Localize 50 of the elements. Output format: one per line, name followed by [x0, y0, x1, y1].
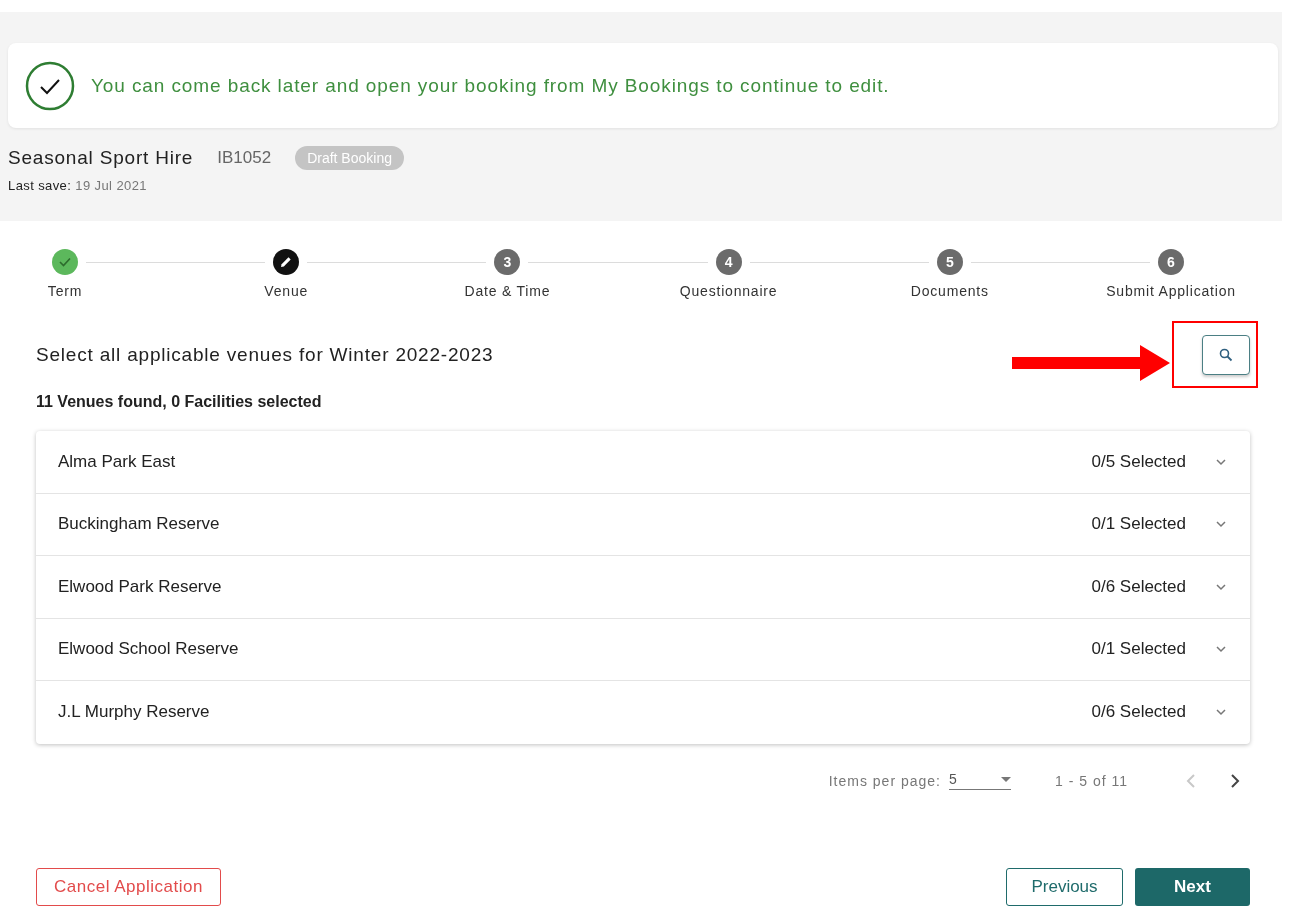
last-save-date: 19 Jul 2021: [75, 178, 147, 193]
venue-row[interactable]: Alma Park East 0/5 Selected: [36, 431, 1250, 494]
items-per-page-label: Items per page:: [828, 772, 941, 789]
chevron-icon[interactable]: [1214, 707, 1228, 718]
results-summary: 11 Venues found, 0 Facilities selected: [36, 393, 323, 411]
chevron-icon[interactable]: [1214, 644, 1228, 655]
step-number: 3: [494, 249, 521, 275]
step-number: 5: [936, 249, 963, 275]
step-number: 6: [1158, 249, 1184, 275]
step-label: Submit Application: [1106, 283, 1236, 299]
next-button[interactable]: Next: [1135, 867, 1250, 906]
selected-count: 0/1 Selected: [1091, 639, 1186, 660]
venue-name: Elwood School Reserve: [58, 639, 240, 660]
step-label: Date & Time: [464, 283, 551, 299]
banner-message: You can come back later and open your booking from My Bookings to continue to edit.: [91, 74, 890, 97]
venue-name: J.L Murphy Reserve: [58, 702, 211, 723]
venue-row[interactable]: Elwood School Reserve 0/1 Selected: [36, 618, 1250, 681]
venue-name: Buckingham Reserve: [58, 514, 221, 535]
last-save-label: Last save:: [8, 178, 72, 193]
chevron-right-icon: [1230, 772, 1240, 789]
section-heading: Select all applicable venues for Winter 2022-2023: [36, 344, 494, 366]
status-badge: Draft Booking: [295, 146, 404, 170]
step-label: Venue: [264, 283, 309, 299]
venue-row[interactable]: J.L Murphy Reserve 0/6 Selected: [36, 681, 1250, 744]
venue-row[interactable]: Buckingham Reserve 0/1 Selected: [36, 493, 1250, 556]
page-size-select[interactable]: 5: [949, 771, 1011, 790]
venue-name: Elwood Park Reserve: [58, 576, 223, 597]
selected-count: 0/1 Selected: [1091, 514, 1186, 535]
chevron-left-icon: [1186, 772, 1196, 789]
previous-button[interactable]: Previous: [1006, 867, 1123, 906]
booking-title: Seasonal Sport Hire: [8, 147, 194, 169]
search-button[interactable]: [1202, 335, 1250, 375]
chevron-icon[interactable]: [1214, 519, 1228, 530]
step-label: Term: [47, 283, 83, 299]
step-number: 4: [715, 249, 742, 275]
selected-count: 0/6 Selected: [1091, 576, 1186, 597]
selected-count: 0/6 Selected: [1091, 702, 1186, 723]
booking-reference: IB1052: [217, 148, 272, 168]
check-circle-icon: [25, 60, 75, 111]
selected-count: 0/5 Selected: [1091, 451, 1186, 472]
venue-name: Alma Park East: [58, 451, 177, 472]
step-label: Documents: [910, 283, 989, 299]
cancel-application-button[interactable]: Cancel Application: [36, 867, 221, 906]
dropdown-caret-icon: [1001, 776, 1011, 782]
page-range: 1 - 5 of 11: [1055, 772, 1128, 789]
search-icon: [1219, 348, 1233, 362]
chevron-icon[interactable]: [1214, 456, 1228, 467]
chevron-icon[interactable]: [1214, 581, 1228, 592]
venue-row[interactable]: Elwood Park Reserve 0/6 Selected: [36, 556, 1250, 619]
step-label: Questionnaire: [679, 283, 778, 299]
